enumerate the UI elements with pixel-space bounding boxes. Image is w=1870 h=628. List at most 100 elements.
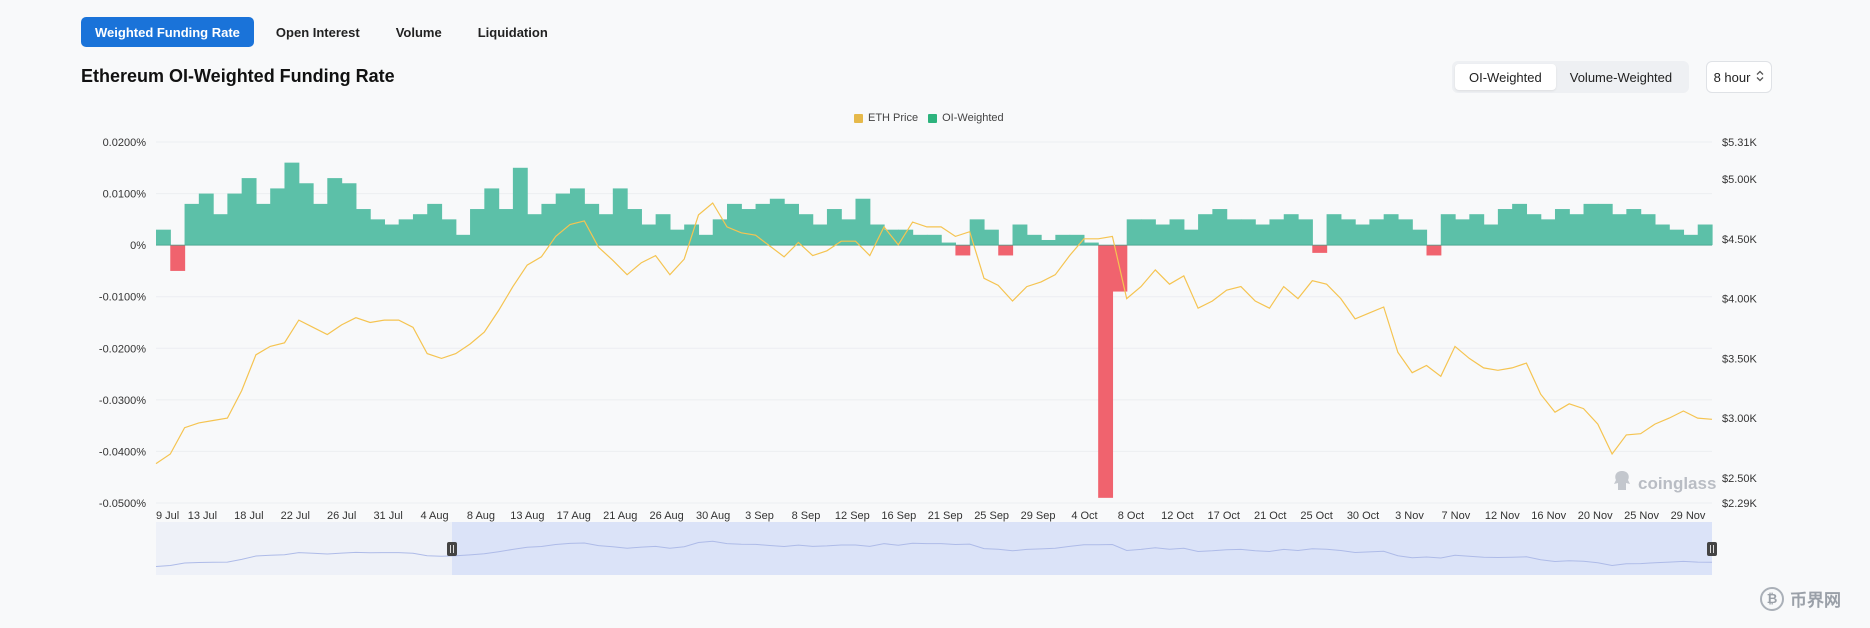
x-tick-label: 26 Jul — [327, 510, 356, 522]
funding-rate-positive-bar — [769, 198, 785, 246]
x-tick-label: 3 Nov — [1395, 510, 1424, 522]
x-tick-label: 4 Aug — [420, 510, 448, 522]
funding-rate-positive-bar — [270, 188, 286, 246]
funding-rate-positive-bar — [398, 219, 414, 246]
navigator-handle-left[interactable] — [447, 542, 457, 556]
funding-rate-chart: 0.0200% 0.0100% 0% -0.0100% -0.0200% -0.0300%… — [99, 137, 1758, 575]
x-tick-label: 3 Sep — [745, 510, 774, 522]
funding-rate-positive-bar — [227, 193, 243, 246]
x-tick-label: 13 Aug — [510, 510, 544, 522]
funding-rate-negative-bar — [170, 245, 186, 271]
funding-rate-positive-bar — [798, 214, 814, 246]
funding-rate-positive-bar — [1554, 209, 1570, 246]
x-tick-label: 31 Jul — [373, 510, 402, 522]
y-right-tick-label: $4.50K — [1722, 234, 1758, 246]
funding-rate-positive-bar — [1126, 219, 1142, 246]
x-tick-label: 29 Nov — [1671, 510, 1706, 522]
funding-rate-positive-bar — [355, 209, 371, 246]
funding-rate-positive-bar — [1240, 219, 1256, 246]
x-tick-label: 16 Sep — [881, 510, 916, 522]
funding-rate-positive-bar — [441, 219, 457, 246]
x-tick-label: 21 Sep — [928, 510, 963, 522]
funding-rate-positive-bar — [1526, 214, 1542, 246]
funding-rate-positive-bar — [341, 183, 357, 246]
x-tick-label: 7 Nov — [1442, 510, 1471, 522]
funding-rate-positive-bar — [184, 203, 200, 246]
funding-rate-positive-bar — [512, 167, 528, 246]
funding-rate-positive-bar — [598, 214, 614, 246]
funding-rate-positive-bar — [455, 234, 471, 246]
funding-rate-positive-bar — [498, 209, 514, 246]
y-right-tick-label: $5.00K — [1722, 174, 1758, 186]
funding-rate-negative-bar — [1312, 245, 1328, 253]
x-tick-label: 12 Nov — [1485, 510, 1520, 522]
funding-rate-positive-bar — [1397, 219, 1413, 246]
x-tick-label: 8 Aug — [467, 510, 495, 522]
funding-rate-positive-bar — [698, 234, 714, 246]
x-tick-label: 8 Sep — [792, 510, 821, 522]
funding-rate-positive-bar — [1041, 239, 1056, 246]
x-tick-label: 17 Oct — [1208, 510, 1240, 522]
navigator-handle-right[interactable] — [1707, 542, 1717, 556]
coinglass-watermark: coinglass — [1612, 470, 1716, 497]
funding-rate-positive-bar — [1654, 224, 1670, 246]
funding-rate-positive-bar — [1198, 214, 1213, 246]
funding-rate-positive-bar — [1455, 219, 1470, 246]
funding-rate-positive-bar — [427, 203, 443, 246]
funding-rate-positive-bar — [1326, 214, 1342, 246]
x-tick-label: 30 Oct — [1347, 510, 1379, 522]
x-tick-label: 12 Sep — [835, 510, 870, 522]
x-tick-label: 30 Aug — [696, 510, 730, 522]
funding-rate-positive-bar — [1469, 214, 1485, 246]
funding-rate-positive-bar — [1283, 214, 1299, 246]
funding-rate-positive-bar — [1026, 234, 1042, 246]
x-tick-label: 20 Nov — [1578, 510, 1613, 522]
funding-rate-positive-bar — [869, 224, 885, 246]
funding-rate-positive-bar — [241, 178, 257, 246]
watermark-text: coinglass — [1638, 473, 1717, 493]
y-left-tick-label: -0.0100% — [99, 292, 146, 304]
x-tick-label: 21 Aug — [603, 510, 637, 522]
funding-rate-positive-bar — [1669, 229, 1685, 246]
funding-rate-positive-bar — [1640, 214, 1656, 246]
funding-rate-positive-bar — [627, 209, 642, 246]
y-left-tick-label: -0.0400% — [99, 446, 146, 458]
funding-rate-positive-bar — [1412, 229, 1428, 246]
funding-rate-positive-bar — [926, 234, 942, 246]
funding-rate-positive-bar — [327, 178, 343, 246]
funding-rate-positive-bar — [1012, 224, 1028, 246]
x-tick-label: 12 Oct — [1161, 510, 1193, 522]
funding-rate-positive-bar — [969, 219, 985, 246]
y-left-tick-label: 0.0100% — [103, 189, 147, 201]
funding-rate-positive-bar — [1155, 224, 1171, 246]
funding-rate-positive-bar — [1697, 224, 1713, 246]
funding-rate-positive-bar — [1298, 219, 1313, 246]
y-left-tick-label: -0.0500% — [99, 498, 146, 510]
funding-rate-positive-bar — [1269, 219, 1285, 246]
x-tick-label: 13 Jul — [188, 510, 217, 522]
funding-rate-positive-bar — [313, 203, 328, 246]
funding-rate-negative-bar — [1426, 245, 1442, 256]
funding-rate-positive-bar — [1140, 219, 1156, 246]
funding-rate-positive-bar — [298, 183, 314, 246]
x-tick-label: 4 Oct — [1071, 510, 1097, 522]
y-right-tick-label: $3.00K — [1722, 413, 1758, 425]
coinglass-logo-icon — [1612, 470, 1632, 497]
funding-rate-positive-bar — [412, 214, 428, 246]
y-left-tick-label: 0.0200% — [103, 137, 147, 149]
x-tick-label: 18 Jul — [234, 510, 263, 522]
x-tick-label: 16 Nov — [1531, 510, 1566, 522]
x-tick-label: 25 Oct — [1300, 510, 1332, 522]
funding-rate-positive-bar — [370, 219, 386, 246]
funding-rate-positive-bar — [1055, 234, 1071, 246]
corner-logo-text: 币界网 — [1790, 591, 1841, 610]
x-tick-label: 17 Aug — [557, 510, 591, 522]
funding-rate-positive-bar — [284, 162, 300, 246]
x-tick-label: 9 Jul — [156, 510, 179, 522]
funding-rate-positive-bar — [1340, 219, 1356, 246]
funding-rate-positive-bar — [741, 209, 757, 246]
funding-rate-positive-bar — [470, 209, 485, 246]
funding-rate-positive-bar — [527, 214, 543, 246]
funding-rate-positive-bar — [1355, 224, 1370, 246]
funding-rate-positive-bar — [1497, 209, 1513, 246]
